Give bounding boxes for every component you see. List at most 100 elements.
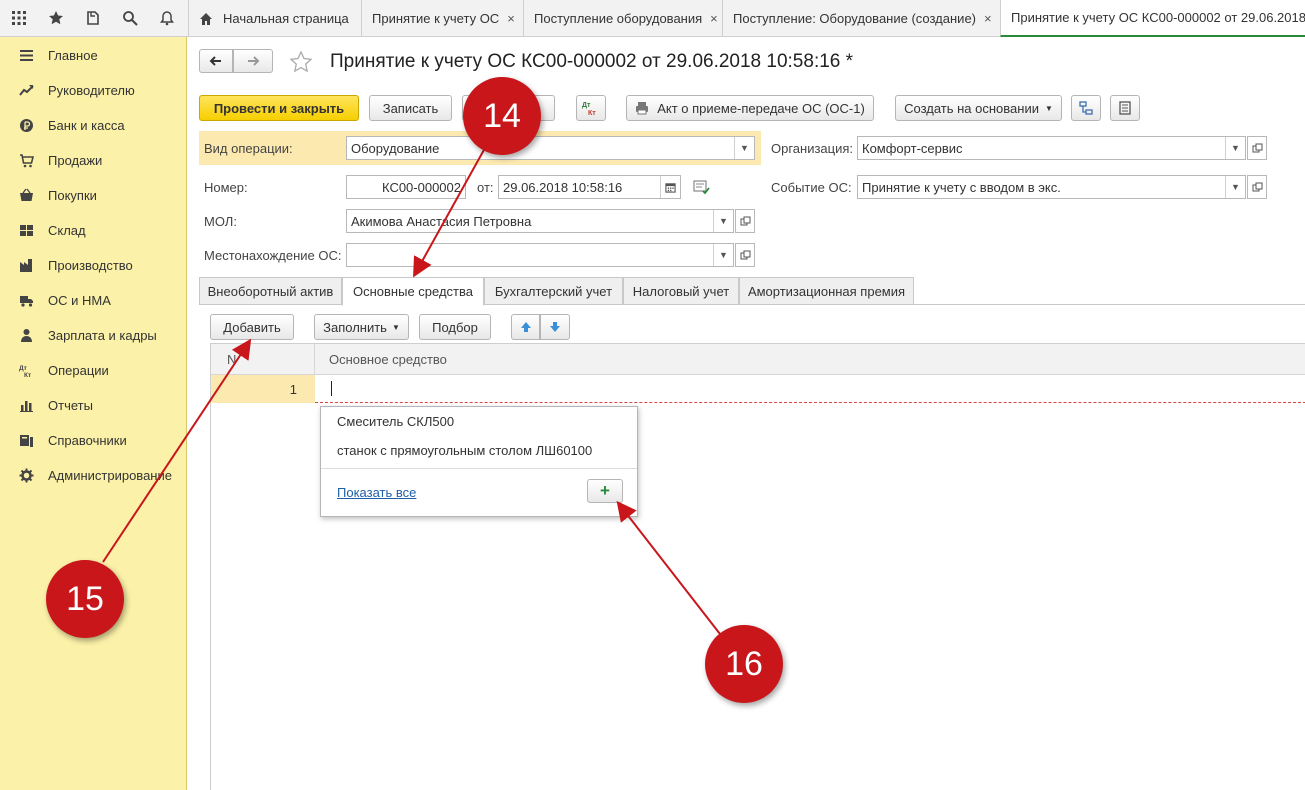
structure-button[interactable] [1071,95,1101,121]
add-new-button[interactable]: + [587,479,623,503]
create-based-on-label: Создать на основании [904,100,1039,116]
open-icon [740,250,750,259]
save-button[interactable]: Записать [369,95,452,121]
sidebar-item-payroll[interactable]: Зарплата и кадры [0,318,187,353]
sidebar-item-warehouse[interactable]: Склад [0,213,187,248]
sidebar-item-operations[interactable]: Дт Кт Операции [0,353,187,388]
date-field[interactable]: 29.06.2018 10:58:16 [498,175,681,199]
column-n[interactable]: N [211,344,315,374]
sidebar-item-fixed-assets[interactable]: ОС и НМА [0,283,187,318]
date-value: 29.06.2018 10:58:16 [503,179,623,195]
post-and-close-button[interactable]: Провести и закрыть [199,95,359,121]
sidebar-item-catalogs[interactable]: Справочники [0,423,187,458]
event-label: Событие ОС: [771,180,852,195]
asset-cell-input[interactable] [315,375,1305,403]
sidebar-item-label: Покупки [48,188,97,203]
sidebar-item-label: Операции [48,363,109,378]
event-field[interactable]: Принятие к учету с вводом в экс. ▼ [857,175,1246,199]
home-icon [200,12,212,25]
org-field[interactable]: Комфорт-сервис ▼ [857,136,1246,160]
sidebar-item-production[interactable]: Производство [0,248,187,283]
hierarchy-icon [1079,101,1093,115]
tab-tax-accounting[interactable]: Налоговый учет [623,277,739,305]
favorite-star-icon[interactable] [289,50,313,74]
table-row[interactable]: 1 [211,375,1305,403]
sidebar-item-sales[interactable]: Продажи [0,143,187,178]
show-all-link[interactable]: Показать все [337,485,416,500]
tab-equipment-receipt[interactable]: Поступление оборудования × [523,0,722,37]
chevron-down-icon[interactable]: ▼ [1225,137,1245,159]
tab-fixed-assets[interactable]: Основные средства [342,277,484,306]
chevron-down-icon[interactable]: ▼ [713,244,733,266]
bell-icon[interactable] [148,0,185,36]
debit-credit-icon: ДтКт [582,102,596,116]
print-icon [636,102,649,115]
arrow-left-icon [209,56,221,66]
pick-button[interactable]: Подбор [419,314,491,340]
cart-icon [0,153,48,168]
tab-accounting[interactable]: Бухгалтерский учет [484,277,623,305]
dt-kt-button[interactable]: Дт Кт [576,95,606,121]
svg-text:Дт: Дт [582,102,591,109]
open-org-button[interactable] [1247,136,1267,160]
calendar-icon[interactable] [660,176,680,198]
number-label: Номер: [204,180,248,195]
tab-home[interactable]: Начальная страница [188,0,361,37]
chevron-down-icon[interactable]: ▼ [734,137,754,159]
operation-field[interactable]: Оборудование ▼ [346,136,755,160]
sidebar-item-bank[interactable]: Банк и касса [0,108,187,143]
close-icon[interactable]: × [710,11,718,26]
report-button[interactable] [1110,95,1140,121]
svg-text:Кт: Кт [588,110,596,116]
create-based-on-button[interactable]: Создать на основании ▼ [895,95,1062,121]
search-icon[interactable] [111,0,148,36]
sidebar-item-label: Зарплата и кадры [48,328,157,343]
chevron-down-icon[interactable]: ▼ [713,210,733,232]
back-button[interactable] [199,49,233,73]
fill-label: Заполнить [323,319,387,335]
close-icon[interactable]: × [984,11,992,26]
sidebar-item-purchases[interactable]: Покупки [0,178,187,213]
suggestion-item[interactable]: Смеситель СКЛ500 [337,414,454,429]
suggestion-item[interactable]: станок с прямоугольным столом ЛШ60100 [337,443,592,458]
add-button[interactable]: Добавить [210,314,294,340]
number-value: КС00-000002 [382,179,461,195]
chevron-down-icon[interactable]: ▼ [1225,176,1245,198]
sidebar-item-label: Администрирование [48,468,172,483]
svg-text:Кт: Кт [24,372,31,378]
sidebar-item-label: Главное [48,48,98,63]
close-icon[interactable]: × [507,11,515,26]
factory-icon [0,258,48,273]
open-event-button[interactable] [1247,175,1267,199]
open-mol-button[interactable] [735,209,755,233]
number-field[interactable]: КС00-000002 [346,175,466,199]
sidebar-item-main[interactable]: Главное [0,38,187,73]
sidebar-item-label: Руководителю [48,83,135,98]
row-number: 1 [211,375,315,403]
move-up-button[interactable] [511,314,540,340]
forward-button[interactable] [233,49,273,73]
mol-field[interactable]: Акимова Анастасия Петровна ▼ [346,209,734,233]
tab-asset-acceptance-list[interactable]: Принятие к учету ОС × [361,0,523,37]
sidebar-item-director[interactable]: Руководителю [0,73,187,108]
numbering-settings-icon[interactable] [693,179,710,195]
move-down-button[interactable] [540,314,570,340]
org-label: Организация: [771,141,854,156]
history-icon[interactable] [74,0,111,36]
act-os1-button[interactable]: Акт о приеме-передаче ОС (ОС-1) [626,95,874,121]
location-field[interactable]: ▼ [346,243,734,267]
sidebar-item-label: Банк и касса [48,118,125,133]
column-asset[interactable]: Основное средство [315,344,915,374]
open-location-button[interactable] [735,243,755,267]
apps-grid-icon[interactable] [0,0,37,36]
sidebar-item-administration[interactable]: Администрирование [0,458,187,493]
tab-equipment-receipt-create[interactable]: Поступление: Оборудование (создание) × [722,0,1000,37]
sidebar-item-reports[interactable]: Отчеты [0,388,187,423]
fill-button[interactable]: Заполнить ▼ [314,314,409,340]
operation-value: Оборудование [351,140,440,156]
annotation-marker-15: 15 [46,560,124,638]
tab-current-document[interactable]: Принятие к учету ОС КС00-000002 от 29.06… [1000,0,1305,37]
tab-depreciation-bonus[interactable]: Амортизационная премия [739,277,914,305]
star-icon[interactable] [37,0,74,36]
tab-noncurrent-asset[interactable]: Внеоборотный актив [199,277,342,305]
